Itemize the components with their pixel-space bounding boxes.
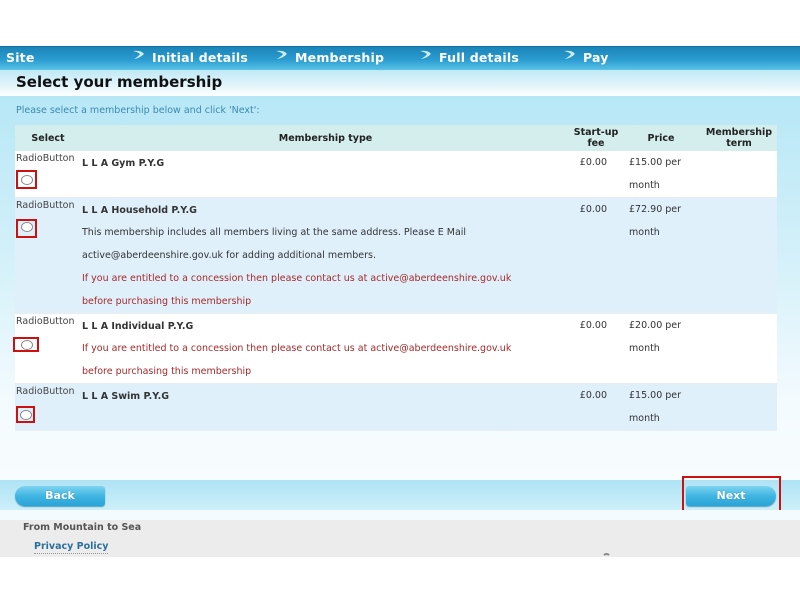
header-select: Select: [15, 125, 81, 151]
price-cell: £20.00 per month: [621, 313, 701, 384]
membership-radio-household[interactable]: [21, 222, 33, 232]
nav-item-label: Full details: [439, 50, 519, 65]
chevron-arrow-icon: [133, 50, 144, 59]
concession-notice: before purchasing this membership: [82, 366, 252, 377]
table-row: RadioButton L L A Gym P.Y.G £0.00 £15.00…: [15, 151, 777, 198]
radio-label: RadioButton: [16, 316, 75, 327]
fee-cell: £0.00: [571, 197, 621, 314]
select-cell: RadioButton: [13, 313, 81, 384]
chevron-arrow-icon: [564, 50, 575, 59]
progress-nav: Site Initial details Membership Full det…: [0, 46, 800, 70]
membership-table: Select Membership type Start-up fee Pric…: [13, 125, 777, 431]
membership-radio-individual[interactable]: [21, 340, 33, 350]
price-period: month: [629, 413, 660, 424]
startup-fee: £0.00: [579, 390, 607, 401]
concession-notice: If you are entitled to a concession then…: [82, 343, 512, 354]
radio-label: RadioButton: [16, 200, 75, 211]
nav-item-full-details[interactable]: Full details: [419, 50, 519, 65]
membership-radio-gym[interactable]: [21, 175, 33, 185]
term-cell: [701, 151, 777, 198]
price-amount: £20.00 per: [629, 320, 682, 331]
header-startup-fee: Start-up fee: [571, 125, 621, 151]
back-button[interactable]: Back: [15, 486, 105, 506]
radio-label: RadioButton: [16, 386, 75, 397]
membership-name: L L A Household P.Y.G: [82, 205, 197, 216]
header-label: term: [726, 138, 752, 149]
header-label: Membership: [705, 127, 773, 138]
price-amount: £15.00 per: [629, 390, 682, 401]
fee-cell: £0.00: [571, 151, 621, 198]
header-label: Price: [647, 132, 675, 144]
select-cell: RadioButton: [15, 383, 81, 431]
startup-fee: £0.00: [579, 157, 607, 168]
header-membership-type: Membership type: [81, 125, 571, 151]
membership-name: L L A Swim P.Y.G: [82, 391, 170, 402]
header-membership-term: Membership term: [701, 125, 777, 151]
chevron-arrow-icon: [420, 50, 431, 59]
table-row: RadioButton L L A Swim P.Y.G £0.00 £15.0…: [15, 383, 777, 431]
footer-tagline: From Mountain to Sea: [23, 522, 142, 533]
privacy-policy-link[interactable]: Privacy Policy: [34, 541, 109, 554]
price-amount: £15.00 per: [629, 157, 682, 168]
footer: From Mountain to Sea Privacy Policy: [0, 520, 800, 557]
membership-description: This membership includes all members liv…: [82, 227, 467, 238]
concession-notice: If you are entitled to a concession then…: [82, 273, 512, 284]
nav-item-site[interactable]: Site: [6, 50, 35, 65]
membership-type-cell: L L A Household P.Y.G This membership in…: [81, 197, 571, 314]
nav-item-label: Membership: [295, 50, 385, 65]
header-label: Membership type: [278, 132, 373, 144]
radio-label: RadioButton: [16, 153, 75, 164]
header-label: Start-up: [573, 127, 619, 138]
button-bar: Back Next: [0, 480, 800, 510]
price-cell: £72.90 per month: [621, 197, 701, 314]
table-row: RadioButton L L A Individual P.Y.G If yo…: [13, 313, 777, 384]
price-period: month: [629, 343, 660, 354]
header-price: Price: [621, 125, 701, 151]
radio-highlight: [16, 219, 37, 238]
price-cell: £15.00 per month: [621, 151, 701, 198]
term-cell: [701, 313, 777, 384]
chevron-arrow-icon: [276, 50, 287, 59]
nav-item-pay[interactable]: Pay: [563, 50, 609, 65]
membership-name: L L A Individual P.Y.G: [82, 321, 194, 332]
fee-cell: £0.00: [571, 383, 621, 431]
membership-type-cell: L L A Individual P.Y.G If you are entitl…: [81, 313, 571, 384]
radio-highlight: [16, 170, 37, 189]
main-content: Please select a membership below and cli…: [0, 96, 800, 480]
membership-type-cell: L L A Swim P.Y.G: [81, 383, 571, 431]
loading-spinner-icon: [602, 553, 611, 562]
fee-cell: £0.00: [571, 313, 621, 384]
table-header-row: Select Membership type Start-up fee Pric…: [15, 125, 777, 151]
membership-description: active@aberdeenshire.gov.uk for adding a…: [82, 250, 376, 261]
term-cell: [701, 197, 777, 314]
membership-radio-swim[interactable]: [20, 410, 32, 420]
select-cell: RadioButton: [15, 151, 81, 198]
price-period: month: [629, 180, 660, 191]
price-cell: £15.00 per month: [621, 383, 701, 431]
term-cell: [701, 383, 777, 431]
nav-item-label: Pay: [583, 50, 609, 65]
concession-notice: before purchasing this membership: [82, 296, 252, 307]
radio-highlight: [16, 406, 35, 423]
title-bar: Select your membership: [0, 70, 800, 96]
startup-fee: £0.00: [579, 204, 607, 215]
footer-spacer: [0, 510, 800, 520]
startup-fee: £0.00: [579, 320, 607, 331]
membership-type-cell: L L A Gym P.Y.G: [81, 151, 571, 198]
header-label: Select: [31, 132, 65, 144]
instruction-text: Please select a membership below and cli…: [16, 105, 260, 116]
page-title: Select your membership: [16, 73, 223, 91]
header-label: fee: [587, 138, 605, 149]
price-period: month: [629, 227, 660, 238]
nav-item-membership[interactable]: Membership: [275, 50, 384, 65]
membership-name: L L A Gym P.Y.G: [82, 158, 165, 169]
table-row: RadioButton L L A Household P.Y.G This m…: [15, 197, 777, 314]
nav-item-label: Initial details: [152, 50, 249, 65]
nav-item-label: Site: [6, 50, 35, 65]
select-cell: RadioButton: [15, 197, 81, 314]
price-amount: £72.90 per: [629, 204, 682, 215]
radio-highlight: [13, 337, 39, 352]
nav-item-initial-details[interactable]: Initial details: [132, 50, 248, 65]
